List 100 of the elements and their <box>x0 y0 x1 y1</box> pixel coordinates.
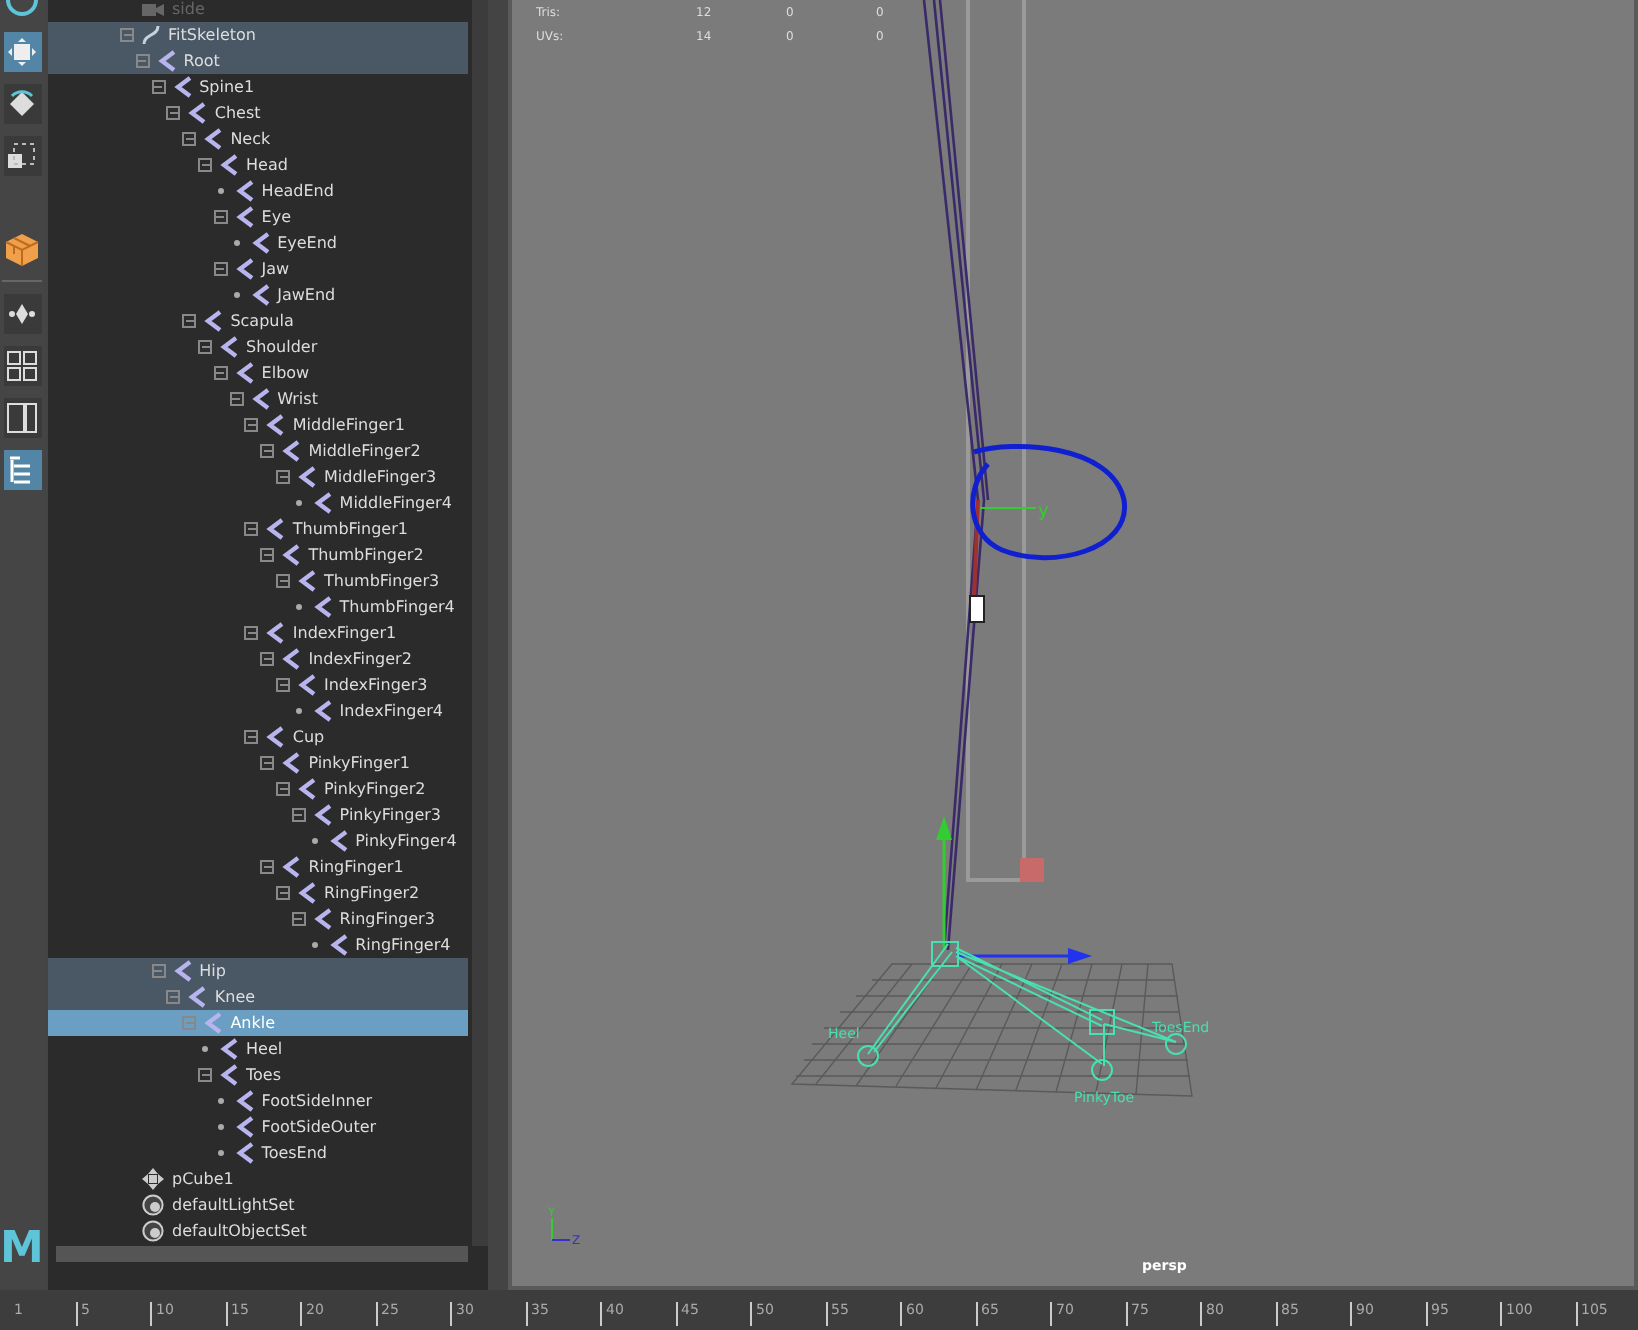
outliner-item[interactable]: PinkyFinger2 <box>48 776 468 802</box>
side-arrow <box>956 948 1092 964</box>
select-tool-button[interactable] <box>3 32 41 72</box>
vertical-scrollbar[interactable] <box>472 0 488 1246</box>
collapse-icon[interactable] <box>213 210 228 224</box>
outliner-item[interactable]: HeadEnd <box>48 178 468 204</box>
joint-icon <box>266 622 285 644</box>
joint-icon <box>235 1090 254 1112</box>
leaf-dot-icon <box>202 1046 208 1052</box>
y-axis-indicator: y <box>979 502 1049 522</box>
outliner-item[interactable]: PinkyFinger3 <box>48 802 468 828</box>
collapse-icon[interactable] <box>213 262 228 276</box>
set-icon <box>142 1194 164 1216</box>
joint-icon <box>204 1012 223 1034</box>
outliner-item[interactable]: JawEnd <box>48 282 468 308</box>
two-pane-button[interactable] <box>3 398 41 438</box>
leaf-dot-icon <box>217 1098 224 1104</box>
cube-icon[interactable] <box>4 232 40 268</box>
leaf-dot-icon <box>311 838 318 844</box>
outliner-item[interactable]: MiddleFinger3 <box>48 464 468 490</box>
axis-gizmo-icon <box>551 1217 571 1241</box>
outliner-item[interactable]: pCube1 <box>48 1166 468 1192</box>
joint-icon <box>173 960 192 982</box>
joint-icon <box>266 518 285 540</box>
outliner-item[interactable]: IndexFinger3 <box>48 672 468 698</box>
outliner-item[interactable]: PinkyFinger4 <box>48 828 468 854</box>
horizontal-scrollbar[interactable] <box>56 1246 468 1262</box>
joint-icon <box>313 492 332 514</box>
outliner-item[interactable]: defaultObjectSet <box>48 1218 468 1244</box>
outliner-item[interactable]: Spine1 <box>48 74 468 100</box>
outliner-item[interactable]: Cup <box>48 724 468 750</box>
handle-square <box>1020 858 1044 882</box>
layout-button[interactable] <box>3 294 41 334</box>
outliner-item[interactable]: MiddleFinger1 <box>48 412 468 438</box>
joint-icon <box>251 232 270 254</box>
outliner-item[interactable]: FootSideInner <box>48 1088 468 1114</box>
outliner-item[interactable]: EyeEnd <box>48 230 468 256</box>
joint-icon <box>235 180 254 202</box>
joint-icon <box>282 752 301 774</box>
outliner-item[interactable]: Shoulder <box>48 334 468 360</box>
outliner-item[interactable]: FootSideOuter <box>48 1114 468 1140</box>
joint-icon <box>204 128 223 150</box>
outliner-item[interactable]: RingFinger3 <box>48 906 468 932</box>
curve-icon <box>142 24 160 46</box>
up-arrow <box>936 816 952 950</box>
diamond-icon <box>6 302 38 326</box>
joint-icon <box>235 206 254 228</box>
outliner-item[interactable]: Neck <box>48 126 468 152</box>
outliner-item[interactable]: PinkyFinger1 <box>48 750 468 776</box>
joint-icon <box>298 570 316 592</box>
outliner-item[interactable]: Heel <box>48 1036 468 1062</box>
leaf-dot-icon <box>217 188 224 194</box>
joint-icon <box>235 258 254 280</box>
outliner-item[interactable]: ThumbFinger3 <box>48 568 468 594</box>
outliner-item[interactable]: Scapula <box>48 308 468 334</box>
outliner-layout-button[interactable] <box>3 450 41 490</box>
app-logo: M <box>0 1224 44 1274</box>
outliner-item[interactable]: Toes <box>48 1062 468 1088</box>
outliner-item[interactable]: IndexFinger2 <box>48 646 468 672</box>
outliner-item[interactable]: Root <box>48 48 468 74</box>
outliner-item[interactable]: MiddleFinger4 <box>48 490 468 516</box>
outliner-item[interactable]: ThumbFinger1 <box>48 516 468 542</box>
joint-icon <box>251 284 270 306</box>
scale-tool-button[interactable] <box>3 136 41 176</box>
joint-icon <box>282 648 301 670</box>
four-pane-button[interactable] <box>3 346 41 386</box>
outliner-item[interactable]: Elbow <box>48 360 468 386</box>
outliner-item[interactable]: IndexFinger4 <box>48 698 468 724</box>
joint-icon <box>282 440 301 462</box>
outliner-item[interactable]: IndexFinger1 <box>48 620 468 646</box>
outliner-item[interactable]: RingFinger1 <box>48 854 468 880</box>
joint-icon <box>329 934 348 956</box>
outliner-item[interactable]: Head <box>48 152 468 178</box>
outliner-item[interactable]: RingFinger2 <box>48 880 468 906</box>
outliner-item[interactable]: Wrist <box>48 386 468 412</box>
outliner-item[interactable]: defaultLightSet <box>48 1192 468 1218</box>
joint-icon <box>282 544 301 566</box>
outliner-item[interactable]: Eye <box>48 204 468 230</box>
outliner-item[interactable]: Knee <box>48 984 468 1010</box>
joint-icon <box>282 856 301 878</box>
leaf-dot-icon <box>295 708 302 714</box>
outliner-item[interactable]: Chest <box>48 100 468 126</box>
outliner-item[interactable]: ThumbFinger4 <box>48 594 468 620</box>
outliner-item[interactable]: ToesEnd <box>48 1140 468 1166</box>
joint-icon <box>220 336 238 358</box>
joint-icon <box>235 1116 254 1138</box>
outliner-item[interactable]: ThumbFinger2 <box>48 542 468 568</box>
leaf-dot-icon <box>233 292 240 298</box>
outliner-item[interactable]: Hip <box>48 958 468 984</box>
joint-icon <box>313 908 332 930</box>
collapse-icon[interactable] <box>198 1068 212 1082</box>
outliner-item[interactable]: RingFinger4 <box>48 932 468 958</box>
joint-icon <box>266 414 285 436</box>
joint-icon <box>188 102 207 124</box>
outliner-item[interactable]: Jaw <box>48 256 468 282</box>
move-tool-button[interactable] <box>3 84 41 124</box>
outliner-item[interactable]: FitSkeleton <box>48 22 468 48</box>
joint-icon <box>266 726 285 748</box>
outliner-item[interactable]: MiddleFinger2 <box>48 438 468 464</box>
joint-icon <box>220 154 238 176</box>
